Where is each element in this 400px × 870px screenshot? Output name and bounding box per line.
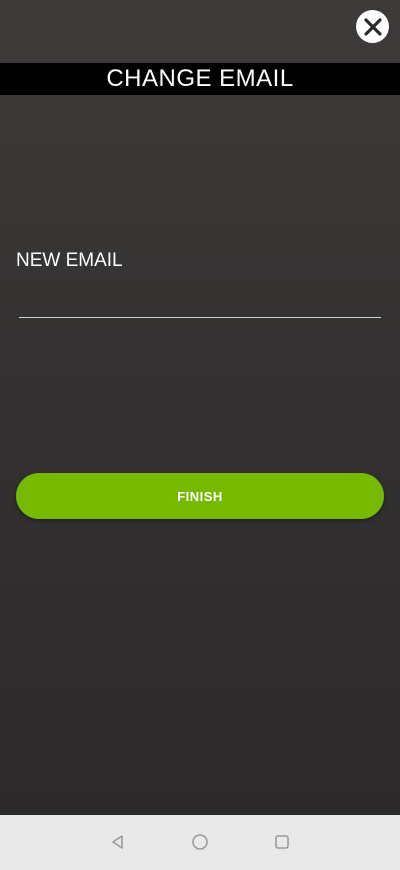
close-icon [363, 17, 382, 36]
back-triangle-icon [112, 835, 123, 849]
back-button[interactable] [103, 827, 133, 857]
new-email-input[interactable] [19, 282, 381, 318]
system-navigation-bar [0, 815, 400, 870]
page-title: CHANGE EMAIL [106, 65, 294, 92]
home-button[interactable] [185, 827, 215, 857]
change-email-screen: CHANGE EMAIL NEW EMAIL FINISH [0, 0, 400, 870]
recents-button[interactable] [267, 827, 297, 857]
close-button[interactable] [356, 10, 389, 43]
title-bar: CHANGE EMAIL [0, 63, 400, 95]
recents-square-icon [275, 835, 289, 849]
home-circle-icon [192, 834, 208, 850]
new-email-label: NEW EMAIL [16, 250, 123, 271]
finish-button[interactable]: FINISH [16, 473, 384, 519]
